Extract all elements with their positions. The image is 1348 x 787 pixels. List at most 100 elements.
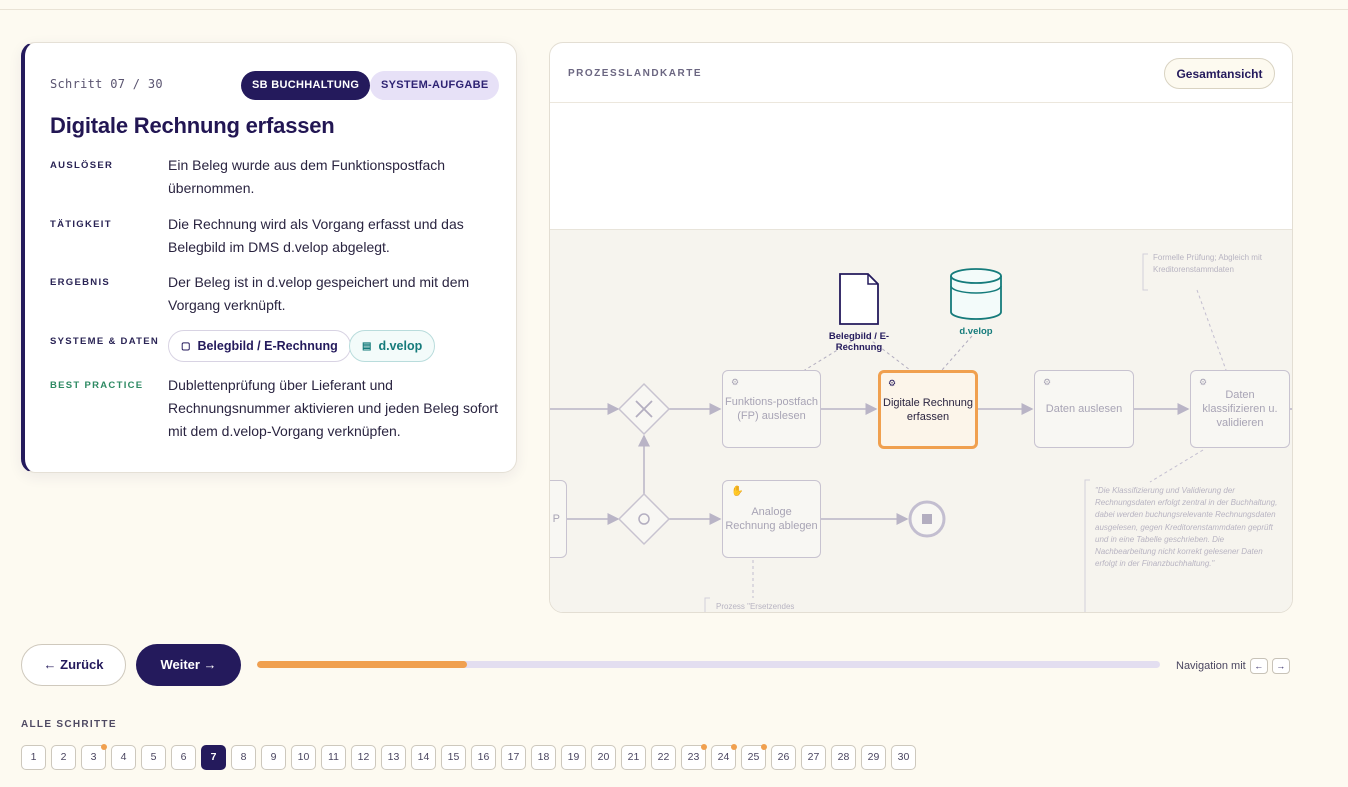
step-button-13[interactable]: 13 (381, 745, 406, 770)
task-daten-auslesen[interactable]: ⚙ Daten auslesen (1034, 370, 1134, 448)
service-task-gear-icon-active: ⚙ (888, 378, 897, 388)
all-steps-list: 1 2 3 4 5 6 7 8 9 10 11 12 13 14 15 16 17 18 19 20 21 22 23 24 2… (21, 744, 921, 770)
step-button-29[interactable]: 29 (861, 745, 886, 770)
activity-label: TÄTIGKEIT (50, 219, 112, 230)
note-formelle-pruefung: Formelle Prüfung; Abgleich mit Kreditore… (1153, 253, 1262, 275)
step-button-label: 5 (150, 751, 157, 763)
chip-dvelop[interactable]: ▤ d.velop (349, 330, 436, 362)
step-button-label: 20 (597, 751, 610, 763)
step-button-5[interactable]: 5 (141, 745, 166, 770)
task-digitale-rechnung-label: Digitale Rechnung erfassen (883, 396, 973, 423)
step-button-16[interactable]: 16 (471, 745, 496, 770)
process-canvas[interactable]: P ⚙ Funktions-postfach (FP) auslesen ⚙ D… (550, 229, 1292, 612)
step-button-6[interactable]: 6 (171, 745, 196, 770)
step-button-8[interactable]: 8 (231, 745, 256, 770)
task-funktionspostfach[interactable]: ⚙ Funktions-postfach (FP) auslesen (722, 370, 821, 448)
document-icon: ▢ (181, 340, 191, 352)
step-button-label: 19 (567, 751, 580, 763)
chip-belegbild-label: Belegbild / E-Rechnung (197, 339, 338, 353)
arrow-left-key-icon: ← (1249, 658, 1268, 674)
task-left-partial[interactable]: P (550, 480, 567, 558)
step-button-28[interactable]: 28 (831, 745, 856, 770)
step-button-9[interactable]: 9 (261, 745, 286, 770)
step-button-label: 11 (328, 751, 339, 763)
step-button-23[interactable]: 23 (681, 744, 707, 770)
step-button-11[interactable]: 11 (321, 745, 346, 770)
step-button-14[interactable]: 14 (411, 745, 436, 770)
assoc-note-right (1149, 449, 1204, 483)
assoc-note-top (1196, 289, 1227, 371)
map-header-divider (550, 102, 1292, 103)
step-button-label: 17 (507, 751, 520, 763)
type-badge: SYSTEM-AUFGABE (370, 71, 500, 100)
task-digitale-rechnung[interactable]: ⚙ Digitale Rechnung erfassen (878, 370, 978, 449)
step-button-label: 25 (747, 751, 760, 763)
step-button-label: 27 (807, 751, 820, 763)
step-button-12[interactable]: 12 (351, 745, 376, 770)
note-klassifizierung: "Die Klassifizierung und Validierung der… (1095, 486, 1278, 569)
note-bottom-bracket (704, 597, 710, 612)
step-marker-dot-icon (701, 744, 707, 750)
activity-text: Die Rechnung wird als Vorgang erfasst un… (168, 216, 464, 255)
next-button[interactable]: Weiter → (136, 644, 241, 686)
manual-task-hand-icon: ✋ (731, 486, 744, 497)
progress-fill (257, 661, 468, 668)
step-button-15[interactable]: 15 (441, 745, 466, 770)
map-title: PROZESSLANDKARTE (568, 68, 703, 79)
step-button-1[interactable]: 1 (21, 745, 46, 770)
step-button-20[interactable]: 20 (591, 745, 616, 770)
overview-button[interactable]: Gesamtansicht (1164, 58, 1275, 89)
step-button-3[interactable]: 3 (81, 744, 107, 770)
step-button-label: 30 (897, 751, 910, 763)
note-top-bracket (1142, 253, 1148, 291)
step-button-label: 29 (867, 751, 880, 763)
end-event-stop-mark (922, 514, 932, 524)
best-practice-text: Dublettenprüfung über Lieferant und Rech… (168, 377, 498, 439)
step-button-label: 7 (210, 751, 217, 763)
task-analoge-rechnung[interactable]: ✋ Analoge Rechnung ablegen (722, 480, 821, 558)
chip-belegbild[interactable]: ▢ Belegbild / E-Rechnung (168, 330, 351, 362)
result-label: ERGEBNIS (50, 277, 111, 288)
step-button-2[interactable]: 2 (51, 745, 76, 770)
result-text: Der Beleg ist in d.velop gespeichert und… (168, 274, 470, 313)
back-button[interactable]: ← Zurück (21, 644, 126, 686)
step-button-22[interactable]: 22 (651, 745, 676, 770)
step-card: Schritt 07 / 30 SB BUCHHALTUNG SYSTEM-AU… (21, 42, 517, 473)
systems-label: SYSTEME & DATEN (50, 336, 160, 347)
process-map-panel: PROZESSLANDKARTE Gesamtansicht P ⚙ Funkt… (549, 42, 1293, 613)
step-button-18[interactable]: 18 (531, 745, 556, 770)
progress-bar (257, 661, 1160, 668)
step-button-label: 10 (297, 751, 310, 763)
step-button-26[interactable]: 26 (771, 745, 796, 770)
step-button-label: 23 (687, 751, 700, 763)
trigger-text: Ein Beleg wurde aus dem Funktionspostfac… (168, 157, 446, 196)
task-daten-klassifizieren[interactable]: ⚙ Daten klassifizieren u. validieren (1190, 370, 1290, 448)
step-button-21[interactable]: 21 (621, 745, 646, 770)
task-analoge-rechnung-label: Analoge Rechnung ablegen (725, 506, 818, 532)
step-button-25[interactable]: 25 (741, 744, 767, 770)
note-right-bracket (1084, 479, 1090, 612)
step-button-label: 13 (387, 751, 400, 763)
step-button-label: 3 (90, 751, 97, 763)
step-button-4[interactable]: 4 (111, 745, 136, 770)
step-button-label: 14 (417, 751, 430, 763)
step-button-30[interactable]: 30 (891, 745, 916, 770)
step-button-27[interactable]: 27 (801, 745, 826, 770)
step-button-label: 12 (357, 751, 370, 763)
step-button-label: 21 (627, 751, 640, 763)
step-button-24[interactable]: 24 (711, 744, 737, 770)
assoc-db-digital (941, 335, 973, 371)
arrow-right-key-icon: → (1271, 658, 1290, 674)
task-daten-auslesen-label: Daten auslesen (1045, 403, 1123, 415)
step-counter: Schritt 07 / 30 (50, 77, 163, 91)
step-button-19[interactable]: 19 (561, 745, 586, 770)
step-button-10[interactable]: 10 (291, 745, 316, 770)
step-button-label: 4 (120, 751, 127, 763)
trigger-label: AUSLÖSER (50, 160, 114, 171)
role-badge: SB BUCHHALTUNG (241, 71, 371, 100)
step-marker-dot-icon (101, 744, 107, 750)
step-button-17[interactable]: 17 (501, 745, 526, 770)
chip-dvelop-label: d.velop (378, 339, 423, 353)
step-button-7[interactable]: 7 (201, 745, 226, 770)
step-button-label: 24 (717, 751, 730, 763)
